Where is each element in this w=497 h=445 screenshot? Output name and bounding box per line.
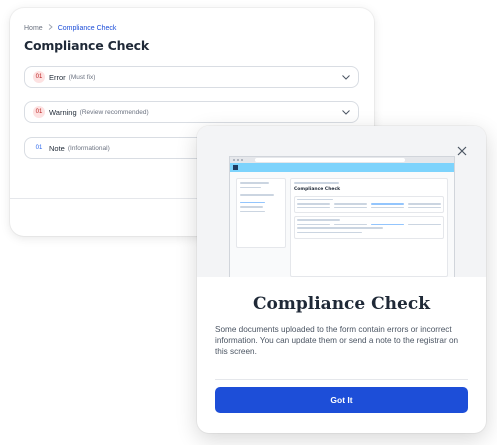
app-preview-screenshot: Compliance Check (229, 156, 455, 277)
preview-main: Compliance Check (290, 178, 448, 277)
accordion-warning[interactable]: 01 Warning (Review recommended) (24, 101, 359, 123)
compliance-modal: Compliance Check Compliance Check Some d… (197, 126, 486, 433)
preview-body: Compliance Check (230, 172, 454, 277)
breadcrumb: Home Compliance Check (24, 24, 116, 32)
warning-count-badge: 01 (33, 106, 45, 118)
window-dot (237, 159, 239, 161)
address-bar (255, 158, 405, 162)
preview-error-box (294, 195, 444, 213)
preview-title: Compliance Check (294, 186, 341, 192)
breadcrumb-current: Compliance Check (57, 24, 117, 32)
chevron-down-icon[interactable] (342, 108, 350, 116)
note-count-badge: 01 (35, 145, 43, 151)
preview-warning-box (294, 216, 444, 239)
app-header-band (230, 163, 454, 172)
page-title: Compliance Check (24, 38, 149, 53)
modal-body-text: Some documents uploaded to the form cont… (215, 325, 459, 356)
accordion-sublabel: (Must fix) (68, 73, 96, 81)
preview-sidebar (236, 178, 286, 248)
modal-hero-image: Compliance Check (197, 126, 486, 277)
modal-title: Compliance Check (253, 294, 430, 314)
got-it-button[interactable]: Got It (215, 387, 468, 413)
accordion-label: Note (49, 143, 65, 153)
error-count-badge: 01 (33, 71, 45, 83)
window-dot (233, 159, 235, 161)
chevron-down-icon[interactable] (342, 73, 350, 81)
logo-icon (233, 165, 238, 170)
window-dot (241, 159, 243, 161)
chevron-right-icon (48, 24, 53, 32)
accordion-sublabel: (Review recommended) (79, 108, 149, 116)
accordion-label: Error (49, 72, 66, 82)
accordion-label: Warning (49, 107, 77, 117)
accordion-sublabel: (Informational) (67, 144, 110, 152)
close-icon[interactable] (456, 144, 468, 156)
divider (215, 379, 468, 380)
accordion-error[interactable]: 01 Error (Must fix) (24, 66, 359, 88)
breadcrumb-home[interactable]: Home (24, 25, 43, 32)
